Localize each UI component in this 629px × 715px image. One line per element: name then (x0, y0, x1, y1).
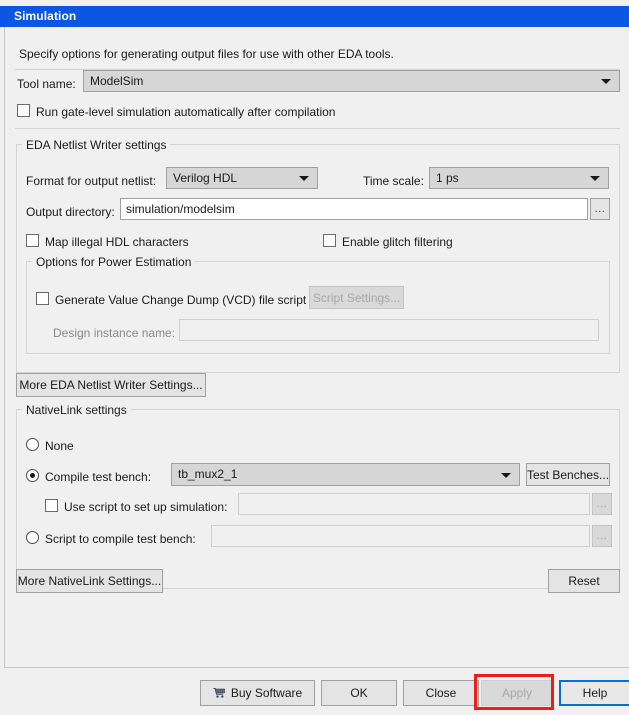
tool-name-label: Tool name: (17, 77, 76, 91)
design-instance-name-label: Design instance name: (53, 326, 175, 340)
generate-vcd-label: Generate Value Change Dump (VCD) file sc… (55, 293, 306, 307)
nativelink-none-label: None (45, 439, 74, 453)
footer-divider (4, 667, 629, 668)
help-button[interactable]: Help (559, 680, 629, 706)
dialog-footer: Buy Software OK Close Apply Help (4, 667, 629, 715)
more-eda-netlist-writer-settings-button[interactable]: More EDA Netlist Writer Settings... (16, 373, 206, 397)
output-directory-browse-button[interactable]: ... (590, 198, 610, 220)
run-gate-level-checkbox[interactable] (17, 104, 30, 117)
output-directory-label: Output directory: (26, 205, 115, 219)
close-button[interactable]: Close (403, 680, 479, 706)
chevron-down-icon (590, 176, 600, 181)
power-estimation-group-title: Options for Power Estimation (32, 256, 195, 268)
format-output-netlist-combobox[interactable]: Verilog HDL (166, 167, 318, 189)
apply-button[interactable]: Apply (481, 680, 553, 706)
use-script-setup-browse-button[interactable]: ... (592, 493, 612, 515)
output-directory-input[interactable]: simulation/modelsim (120, 198, 588, 220)
format-output-netlist-label: Format for output netlist: (26, 174, 156, 188)
format-output-netlist-value: Verilog HDL (173, 171, 237, 185)
script-to-compile-browse-button[interactable]: ... (592, 525, 612, 547)
enable-glitch-filtering-checkbox[interactable] (323, 234, 336, 247)
compile-test-bench-value: tb_mux2_1 (178, 467, 237, 481)
time-scale-combobox[interactable]: 1 ps (429, 167, 609, 189)
time-scale-value: 1 ps (436, 171, 459, 185)
run-gate-level-label: Run gate-level simulation automatically … (36, 105, 335, 119)
shopping-cart-icon (213, 683, 226, 707)
window-title-bar: Simulation (4, 6, 629, 27)
compile-test-bench-radio[interactable] (26, 469, 39, 482)
script-settings-button[interactable]: Script Settings... (309, 286, 404, 309)
buy-software-button[interactable]: Buy Software (200, 680, 315, 706)
design-instance-name-input[interactable] (179, 319, 599, 341)
simulation-settings-dialog: Simulation Specify options for generatin… (0, 0, 629, 715)
test-benches-button[interactable]: Test Benches... (526, 463, 610, 486)
output-directory-value: simulation/modelsim (126, 202, 235, 216)
use-script-setup-label: Use script to set up simulation: (64, 500, 227, 514)
chevron-down-icon (601, 79, 611, 84)
script-to-compile-input[interactable] (211, 525, 590, 547)
map-illegal-hdl-checkbox[interactable] (26, 234, 39, 247)
tool-name-combobox[interactable]: ModelSim (83, 70, 620, 92)
compile-test-bench-label: Compile test bench: (45, 470, 151, 484)
divider-eda (15, 128, 620, 129)
buy-software-label: Buy Software (231, 686, 302, 700)
page-title: Simulation (14, 9, 76, 23)
script-to-compile-label: Script to compile test bench: (45, 532, 196, 546)
chevron-down-icon (299, 176, 309, 181)
enable-glitch-filtering-label: Enable glitch filtering (342, 235, 453, 249)
nativelink-none-radio[interactable] (26, 438, 39, 451)
use-script-setup-input[interactable] (238, 493, 590, 515)
ok-button[interactable]: OK (321, 680, 397, 706)
dialog-body: Specify options for generating output fi… (4, 27, 629, 667)
compile-test-bench-combobox[interactable]: tb_mux2_1 (171, 463, 520, 486)
more-nativelink-settings-button[interactable]: More NativeLink Settings... (16, 569, 163, 593)
chevron-down-icon (501, 473, 511, 478)
map-illegal-hdl-label: Map illegal HDL characters (45, 235, 189, 249)
reset-button[interactable]: Reset (548, 569, 620, 593)
generate-vcd-checkbox[interactable] (36, 292, 49, 305)
tool-name-value: ModelSim (90, 74, 143, 88)
use-script-setup-checkbox[interactable] (45, 499, 58, 512)
eda-netlist-writer-group-title: EDA Netlist Writer settings (22, 139, 170, 151)
intro-text: Specify options for generating output fi… (19, 47, 394, 61)
time-scale-label: Time scale: (363, 174, 424, 188)
script-to-compile-radio[interactable] (26, 531, 39, 544)
nativelink-group-title: NativeLink settings (22, 404, 131, 416)
